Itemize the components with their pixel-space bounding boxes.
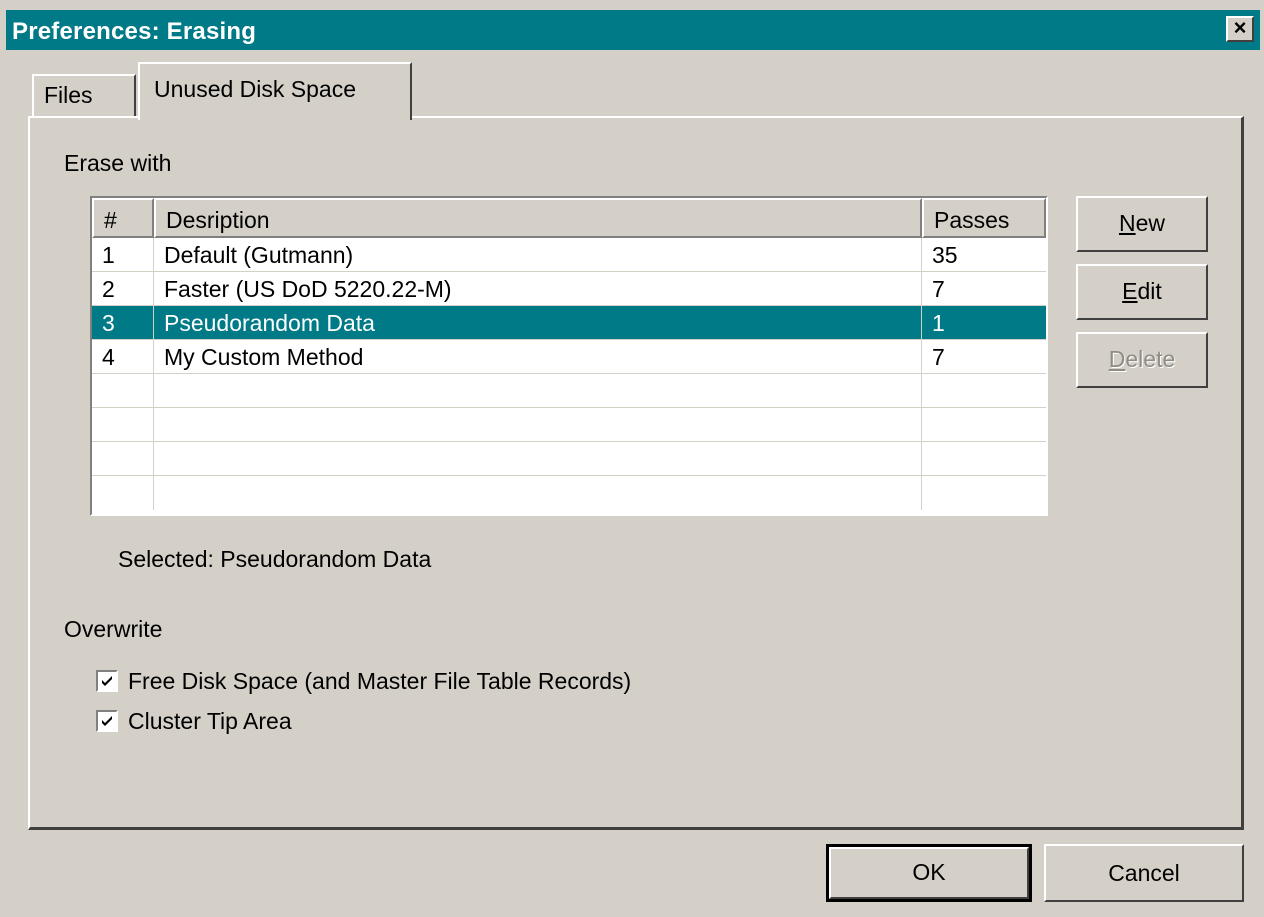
checkmark-icon — [102, 676, 112, 686]
empty-cell — [154, 476, 922, 510]
erase-methods-list[interactable]: # Desription Passes 1 Default (Gutmann) … — [90, 196, 1048, 516]
list-row[interactable]: 4 My Custom Method 7 — [92, 340, 1046, 374]
tab-unused-disk-space[interactable]: Unused Disk Space — [138, 62, 412, 120]
tab-unused-disk-space-label: Unused Disk Space — [154, 76, 356, 102]
erase-with-label: Erase with — [64, 150, 172, 176]
empty-cell — [92, 408, 154, 442]
close-button[interactable]: × — [1226, 16, 1254, 42]
cancel-button-label: Cancel — [1108, 860, 1180, 886]
new-button[interactable]: New — [1076, 196, 1208, 252]
tab-files[interactable]: Files — [32, 74, 136, 118]
row-number: 4 — [92, 340, 154, 374]
cluster-tip-area-label[interactable]: Cluster Tip Area — [128, 708, 292, 735]
row-description: Pseudorandom Data — [154, 306, 922, 340]
row-number: 3 — [92, 306, 154, 340]
row-description: Default (Gutmann) — [154, 238, 922, 272]
free-disk-space-label[interactable]: Free Disk Space (and Master File Table R… — [128, 668, 631, 695]
empty-row — [92, 442, 1046, 476]
ok-button[interactable]: OK — [826, 844, 1032, 902]
empty-row — [92, 476, 1046, 510]
empty-cell — [154, 442, 922, 476]
delete-button-label: Delete — [1108, 346, 1176, 372]
row-number: 2 — [92, 272, 154, 306]
row-description: Faster (US DoD 5220.22-M) — [154, 272, 922, 306]
free-disk-space-checkbox[interactable] — [96, 670, 118, 692]
empty-cell — [154, 374, 922, 408]
cancel-button[interactable]: Cancel — [1044, 844, 1244, 902]
column-header-passes[interactable]: Passes — [922, 198, 1046, 238]
checkmark-icon — [102, 716, 112, 726]
edit-button-label: Edit — [1122, 278, 1162, 304]
column-header-description[interactable]: Desription — [154, 198, 922, 238]
row-description: My Custom Method — [154, 340, 922, 374]
new-button-label: New — [1118, 210, 1166, 236]
empty-row — [92, 408, 1046, 442]
selected-method-text: Selected: Pseudorandom Data — [118, 546, 432, 572]
tab-files-label: Files — [44, 82, 93, 108]
preferences-dialog: Preferences: Erasing × Files Unused Disk… — [0, 0, 1264, 917]
row-passes: 7 — [932, 344, 945, 370]
title-bar[interactable]: Preferences: Erasing × — [6, 10, 1260, 50]
row-number: 1 — [92, 238, 154, 272]
empty-cell — [92, 442, 154, 476]
row-passes: 1 — [932, 310, 945, 336]
empty-row — [92, 374, 1046, 408]
edit-button[interactable]: Edit — [1076, 264, 1208, 320]
empty-cell — [92, 476, 154, 510]
row-passes: 7 — [932, 276, 945, 302]
window-title: Preferences: Erasing — [12, 18, 257, 45]
row-passes: 35 — [932, 242, 958, 268]
list-row-selected[interactable]: 3 Pseudorandom Data 1 — [92, 306, 1046, 340]
empty-cell — [92, 374, 154, 408]
list-row[interactable]: 2 Faster (US DoD 5220.22-M) 7 — [92, 272, 1046, 306]
close-icon: × — [1233, 15, 1247, 40]
delete-button[interactable]: Delete — [1076, 332, 1208, 388]
overwrite-label: Overwrite — [64, 616, 163, 642]
list-row[interactable]: 1 Default (Gutmann) 35 — [92, 238, 1046, 272]
column-header-number[interactable]: # — [92, 198, 154, 238]
empty-cell — [154, 408, 922, 442]
cluster-tip-area-checkbox[interactable] — [96, 710, 118, 732]
ok-button-label: OK — [912, 859, 946, 885]
